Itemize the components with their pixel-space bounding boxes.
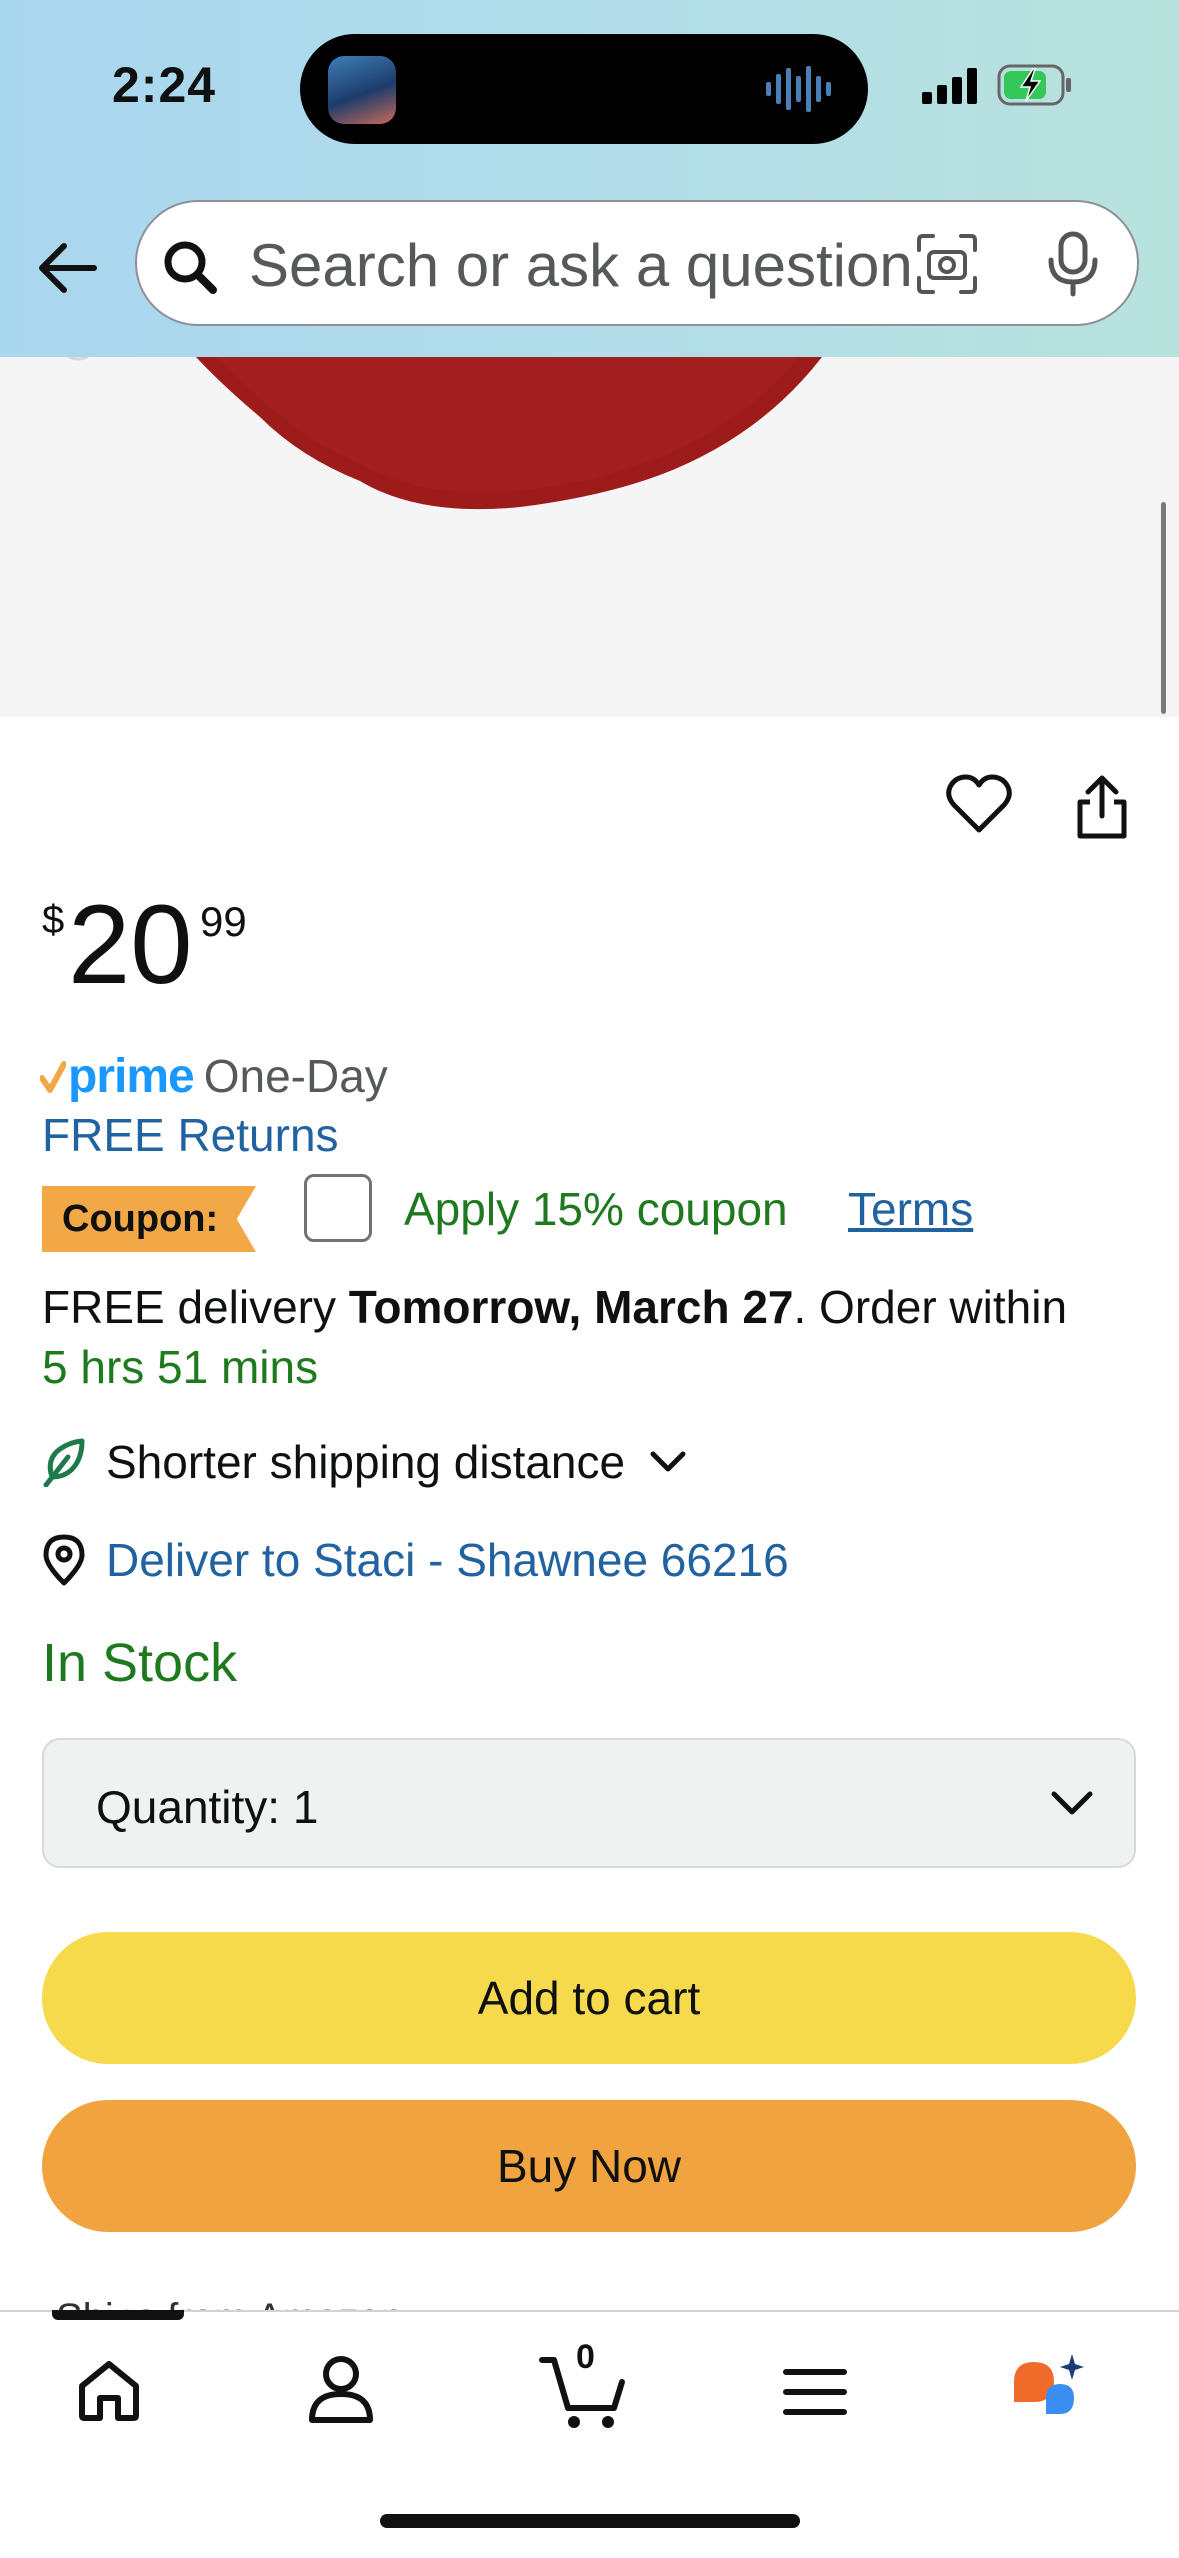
tab-home[interactable]: [74, 2338, 164, 2438]
menu-icon: [783, 2369, 847, 2415]
audio-wave-icon: [766, 66, 831, 112]
search-input[interactable]: [247, 224, 951, 306]
search-icon: [164, 241, 217, 294]
back-button[interactable]: [32, 232, 104, 304]
top-header: 2:24: [0, 0, 1179, 357]
ships-from-text: Ships from Amazon: [56, 2292, 403, 2310]
delivery-message: FREE delivery Tomorrow, March 27. Order …: [42, 1280, 1067, 1334]
prime-speed: One-Day: [203, 1050, 388, 1102]
coupon-badge: Coupon:: [42, 1186, 256, 1252]
tab-menu[interactable]: [780, 2338, 870, 2438]
cart-count: 0: [576, 2338, 595, 2376]
quantity-label: Quantity: 1: [96, 1781, 319, 1833]
home-icon: [79, 2361, 139, 2421]
location-pin-icon: [43, 1534, 85, 1586]
leaf-icon: [43, 1438, 85, 1487]
shorter-shipping-toggle[interactable]: Shorter shipping distance: [42, 1432, 687, 1492]
delivery-countdown: 5 hrs 51 mins: [42, 1341, 319, 1393]
price-whole: 20: [68, 882, 193, 1007]
battery-charging-icon: [997, 64, 1071, 106]
deliver-to-text: Deliver to Staci - Shawnee 66216: [106, 1534, 789, 1586]
add-to-cart-button[interactable]: Add to cart: [42, 1932, 1136, 2064]
coupon-checkbox[interactable]: [304, 1174, 372, 1242]
home-indicator: [380, 2514, 800, 2528]
camera-icon[interactable]: [915, 232, 979, 296]
quantity-value: 1: [292, 1781, 319, 1833]
rufus-icon: [1014, 2354, 1084, 2414]
tab-account[interactable]: [306, 2338, 396, 2438]
tab-cart[interactable]: 0: [538, 2338, 628, 2438]
dynamic-island: [300, 34, 868, 144]
tab-rufus-ai[interactable]: [1006, 2338, 1096, 2438]
buy-now-button[interactable]: Buy Now: [42, 2100, 1136, 2232]
delivery-prefix: FREE delivery: [42, 1281, 349, 1333]
price-currency: $: [42, 898, 65, 942]
coupon-terms-link[interactable]: Terms: [848, 1182, 973, 1236]
product-image[interactable]: [0, 357, 1179, 717]
price-fraction: 99: [200, 898, 247, 945]
free-returns-link[interactable]: FREE Returns: [42, 1108, 339, 1162]
heart-icon[interactable]: [946, 774, 1012, 836]
scroll-indicator: [1161, 502, 1166, 714]
status-time: 2:24: [112, 57, 217, 113]
active-tab-indicator: [52, 2310, 184, 2320]
back-arrow-icon: [39, 243, 97, 293]
deliver-to-link[interactable]: Deliver to Staci - Shawnee 66216: [42, 1530, 789, 1590]
prime-check-icon: [40, 1061, 66, 1093]
product-cap-image: [66, 357, 822, 510]
mic-icon[interactable]: [1045, 230, 1101, 298]
prime-logo: prime: [68, 1049, 195, 1103]
delivery-suffix: . Order within: [793, 1281, 1068, 1333]
shipping-label: Shorter shipping distance: [106, 1436, 626, 1488]
quantity-selector[interactable]: Quantity: 1: [42, 1738, 1136, 1868]
chevron-down-icon: [650, 1451, 686, 1472]
delivery-date: Tomorrow, March 27: [348, 1281, 794, 1333]
now-playing-thumbnail: [328, 56, 396, 124]
search-bar[interactable]: [135, 200, 1139, 326]
account-icon: [309, 2356, 373, 2423]
stock-status: In Stock: [42, 1633, 238, 1693]
chevron-down-icon: [1051, 1791, 1093, 1815]
share-icon[interactable]: [1070, 772, 1134, 842]
cell-signal-icon: [922, 68, 977, 104]
coupon-apply-label[interactable]: Apply 15% coupon: [404, 1182, 788, 1236]
prime-delivery: prime One-Day: [40, 1048, 388, 1104]
